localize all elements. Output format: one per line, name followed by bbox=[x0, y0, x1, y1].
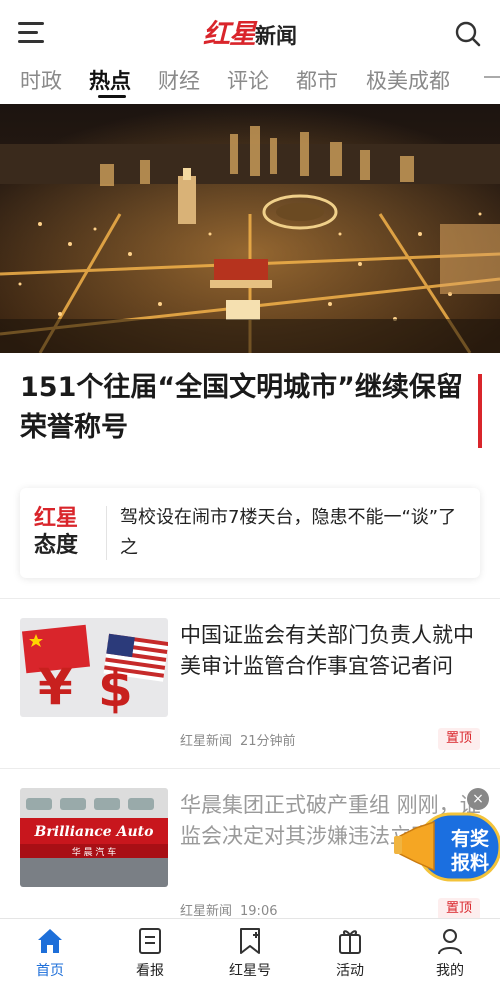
attitude-logo: 红星 态度 bbox=[34, 506, 94, 560]
close-icon[interactable]: × bbox=[467, 788, 489, 810]
thumb-sign-text: Brilliance Auto bbox=[34, 824, 154, 840]
attitude-divider bbox=[106, 506, 107, 560]
attitude-text: 驾校设在闹市7楼天台，隐患不能一“谈”了之 bbox=[120, 507, 457, 558]
news-thumbnail[interactable]: ¥ $ bbox=[20, 618, 168, 717]
news-source: 红星新闻 bbox=[180, 904, 233, 919]
pinned-badge: 置顶 bbox=[438, 898, 480, 920]
gift-icon bbox=[339, 930, 361, 954]
headline-accent-bar bbox=[478, 374, 482, 448]
nav-redstar[interactable]: 红星号 bbox=[205, 927, 295, 980]
news-meta: 红星新闻 21分钟前 bbox=[180, 730, 296, 749]
nav-label: 我的 bbox=[436, 963, 464, 979]
tab-shizheng[interactable]: 时政 bbox=[20, 65, 62, 95]
pinned-badge: 置顶 bbox=[438, 728, 480, 750]
svg-text:$: $ bbox=[98, 660, 133, 717]
tab-redian[interactable]: 热点 bbox=[89, 65, 131, 95]
nav-newspaper[interactable]: 看报 bbox=[105, 927, 195, 980]
nav-profile[interactable]: 我的 bbox=[405, 927, 495, 980]
attitude-logo-top: 红星 bbox=[34, 506, 79, 531]
nav-label: 活动 bbox=[336, 963, 364, 979]
news-thumbnail[interactable]: Brilliance Auto 华 晨 汽 车 bbox=[20, 788, 168, 887]
category-tabs: 时政 热点 财经 评论 都市 极美成都 bbox=[0, 62, 500, 102]
svg-text:¥: ¥ bbox=[38, 658, 73, 716]
person-icon bbox=[438, 929, 462, 955]
active-tab-indicator bbox=[98, 95, 126, 98]
bookmark-star-icon bbox=[240, 928, 260, 954]
hero-image[interactable] bbox=[0, 104, 500, 353]
nav-home[interactable]: 首页 bbox=[5, 927, 95, 980]
thumb-sign-cn-text: 华 晨 汽 车 bbox=[72, 846, 117, 858]
divider bbox=[0, 768, 500, 769]
tab-jimei-chengdu[interactable]: 极美成都 bbox=[366, 65, 450, 95]
report-tip-button[interactable]: 有奖 报料 bbox=[390, 800, 500, 890]
nav-label: 看报 bbox=[136, 963, 164, 979]
logo-black-text: 新闻 bbox=[255, 23, 297, 48]
report-line1: 有奖 bbox=[451, 827, 490, 850]
newspaper-icon bbox=[139, 928, 161, 954]
news-item-1[interactable]: ¥ $ 中国证监会有关部门负责人就中美审计监管合作事宜答记者问 红星新闻 21分钟… bbox=[0, 618, 500, 768]
news-title[interactable]: 中国证监会有关部门负责人就中美审计监管合作事宜答记者问 bbox=[180, 620, 485, 682]
app-logo: 红星新闻 bbox=[0, 12, 500, 51]
hero-headline[interactable]: 151个往届“全国文明城市”继续保留荣誉称号 bbox=[20, 368, 465, 448]
attitude-card[interactable]: 红星 态度 驾校设在闹市7楼天台，隐患不能一“谈”了之 bbox=[20, 488, 480, 578]
logo-red-text: 红星 bbox=[203, 19, 256, 50]
search-icon[interactable] bbox=[454, 20, 482, 48]
attitude-logo-bottom: 态度 bbox=[34, 533, 79, 558]
news-time: 21分钟前 bbox=[240, 734, 296, 749]
megaphone-icon bbox=[394, 820, 435, 872]
report-line2: 报料 bbox=[451, 851, 489, 874]
news-time: 19:06 bbox=[240, 904, 278, 919]
nav-activity[interactable]: 活动 bbox=[305, 927, 395, 980]
bottom-nav: 首页 看报 红星号 活动 我的 bbox=[0, 918, 500, 987]
home-icon bbox=[38, 929, 62, 953]
tab-pinglun[interactable]: 评论 bbox=[227, 65, 269, 95]
news-meta: 红星新闻 19:06 bbox=[180, 900, 277, 919]
tab-caijing[interactable]: 财经 bbox=[158, 65, 200, 95]
news-source: 红星新闻 bbox=[180, 734, 233, 749]
nav-label: 首页 bbox=[36, 963, 64, 979]
divider bbox=[0, 598, 500, 599]
app-header: 红星新闻 bbox=[0, 0, 500, 62]
nav-label: 红星号 bbox=[229, 963, 271, 979]
tab-more-indicator[interactable] bbox=[484, 76, 500, 78]
tab-dushi[interactable]: 都市 bbox=[296, 65, 338, 95]
